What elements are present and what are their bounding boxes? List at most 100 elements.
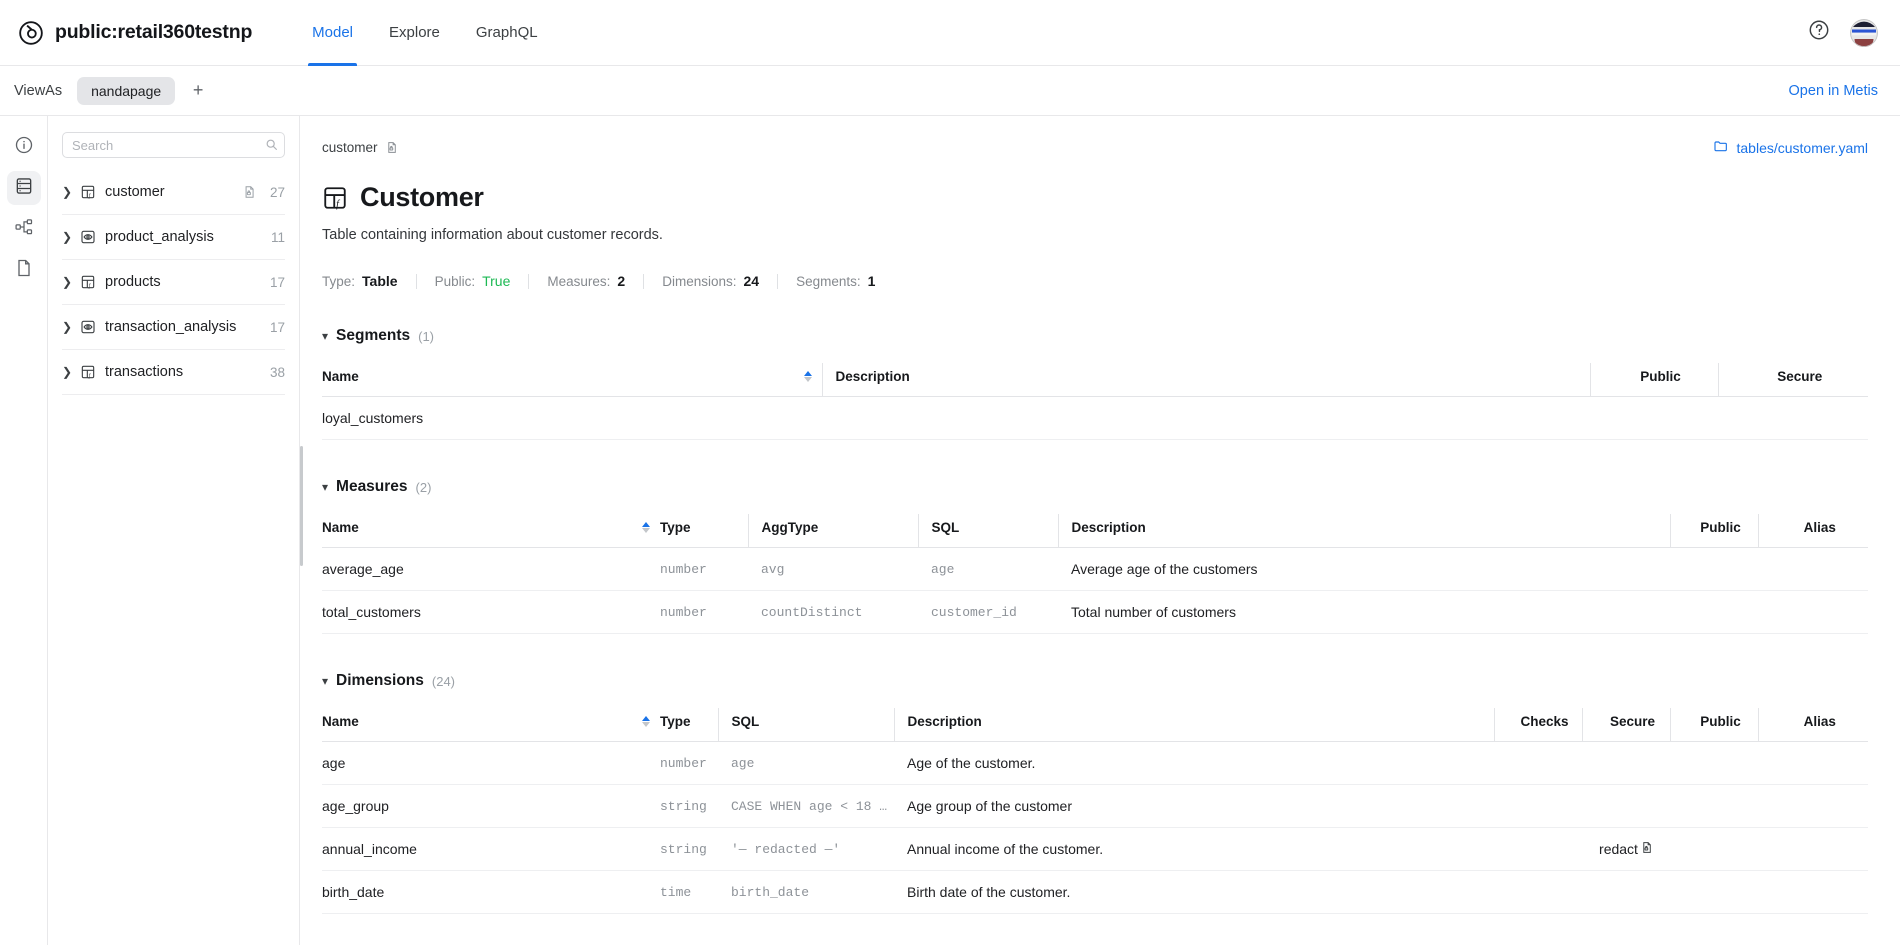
sidebar-item-product_analysis[interactable]: ❯ product_analysis 11 — [62, 215, 285, 260]
rail-item-info[interactable] — [7, 130, 41, 164]
divider — [528, 273, 530, 289]
cell-name: average_age — [322, 547, 660, 591]
meta-measures: Measures: 2 — [547, 273, 643, 289]
column-header-alias[interactable]: Alias — [1757, 708, 1868, 742]
open-in-metis-link[interactable]: Open in Metis — [1789, 83, 1878, 99]
search-icon — [265, 138, 278, 156]
chevron-down-icon: ▾ — [322, 480, 329, 494]
column-header-description[interactable]: Description — [1057, 514, 1670, 548]
rail-item-graph[interactable] — [7, 212, 41, 246]
column-header-description[interactable]: Description — [893, 708, 1494, 742]
chevron-down-icon: ▾ — [322, 329, 329, 343]
cell-description: Average age of the customers — [1058, 547, 1670, 591]
dimensions-title: Dimensions — [336, 672, 424, 689]
meta-type-value: Table — [362, 273, 398, 289]
meta-segments-value: 1 — [867, 273, 876, 289]
help-circle-icon[interactable] — [1808, 19, 1830, 46]
rail-item-model[interactable] — [6, 171, 41, 205]
column-header-type[interactable]: Type — [660, 514, 748, 548]
column-header-checks[interactable]: Checks — [1493, 708, 1582, 742]
cell-alias — [1758, 741, 1868, 785]
cell-sql: CASE WHEN age < 18 THE… — [718, 784, 894, 828]
column-header-alias[interactable]: Alias — [1757, 514, 1868, 548]
database-table-icon — [14, 176, 34, 201]
sidebar-item-transaction_analysis[interactable]: ❯ transaction_analysis 17 — [62, 305, 285, 350]
column-header-aggtype[interactable]: AggType — [747, 514, 918, 548]
cell-secure: redact — [1582, 827, 1670, 871]
column-header-sql[interactable]: SQL — [717, 708, 894, 742]
tab-explore[interactable]: Explore — [371, 0, 458, 66]
sidebar-item-count: 27 — [269, 184, 285, 200]
divider — [643, 273, 645, 289]
cell-secure-label: redact — [1599, 841, 1638, 857]
sidebar-item-transactions[interactable]: ❯ f transactions 38 — [62, 350, 285, 395]
viewas-chip-nandapage[interactable]: nandapage — [77, 76, 176, 105]
column-header-secure[interactable]: Secure — [1717, 363, 1868, 397]
tab-graphql[interactable]: GraphQL — [458, 0, 556, 66]
view-eye-icon — [80, 319, 96, 335]
column-header-name[interactable]: Name — [322, 514, 660, 548]
meta-measures-key: Measures: — [547, 274, 611, 289]
brand[interactable]: public:retail360testnp — [18, 20, 252, 46]
sort-icon[interactable] — [642, 522, 650, 533]
column-header-public[interactable]: Public — [1669, 708, 1758, 742]
measures-section-header[interactable]: ▾ Measures (2) — [322, 478, 1868, 496]
viewas-label: ViewAs — [14, 82, 63, 99]
column-header-label: Name — [322, 369, 359, 384]
cell-name: age_group — [322, 784, 660, 828]
search-input[interactable] — [62, 132, 285, 158]
avatar[interactable] — [1850, 18, 1878, 47]
chevron-right-icon: ❯ — [62, 365, 73, 379]
dimensions-count: (24) — [431, 673, 456, 689]
column-header-name[interactable]: Name — [322, 708, 660, 742]
table-row[interactable]: age_group string CASE WHEN age < 18 THE…… — [322, 784, 1868, 828]
meta-type-key: Type: — [322, 274, 356, 289]
rail-item-docs[interactable] — [7, 253, 41, 287]
cell-secure — [1582, 741, 1670, 785]
cell-checks — [1494, 784, 1582, 828]
sidebar-item-count: 17 — [269, 274, 285, 290]
tab-model[interactable]: Model — [294, 0, 371, 66]
cell-aggtype: countDistinct — [748, 590, 918, 634]
svg-text:f: f — [89, 192, 92, 199]
segments-section-header[interactable]: ▾ Segments (1) — [322, 327, 1868, 345]
column-header-sql[interactable]: SQL — [917, 514, 1058, 548]
dimensions-table: Name Type SQL Description Checks Secure … — [322, 708, 1868, 914]
meta-type: Type: Table — [322, 273, 416, 289]
column-header-name[interactable]: Name — [322, 363, 822, 397]
cell-alias — [1758, 870, 1868, 914]
table-row[interactable]: annual_income string '— redacted —' Annu… — [322, 827, 1868, 871]
sort-icon[interactable] — [642, 716, 650, 727]
cell-name: loyal_customers — [322, 396, 822, 440]
column-header-type[interactable]: Type — [660, 708, 718, 742]
measures-table: Name Type AggType SQL Description Public… — [322, 514, 1868, 634]
yaml-file-link[interactable]: tables/customer.yaml — [1713, 138, 1868, 157]
column-header-public[interactable]: Public — [1669, 514, 1758, 548]
table-row[interactable]: average_age number avg age Average age o… — [322, 547, 1868, 591]
sidebar-item-label: customer — [105, 184, 165, 200]
sidebar-item-products[interactable]: ❯ f products 17 — [62, 260, 285, 305]
segments-table: Name Description Public Secure loyal_cus… — [322, 363, 1868, 440]
app-root: public:retail360testnp Model Explore Gra… — [0, 0, 1900, 945]
dimensions-section-header[interactable]: ▾ Dimensions (24) — [322, 672, 1868, 690]
add-viewas-button[interactable]: + — [183, 77, 213, 105]
content-scrollbar[interactable] — [300, 446, 303, 566]
table-row[interactable]: loyal_customers — [322, 396, 1868, 440]
cell-checks — [1494, 827, 1582, 871]
sort-icon[interactable] — [803, 371, 812, 382]
cell-sql: '— redacted —' — [718, 827, 894, 871]
cell-type: number — [660, 547, 748, 591]
column-header-description[interactable]: Description — [821, 363, 1590, 397]
column-header-label: Name — [322, 714, 359, 729]
icon-rail — [0, 116, 48, 945]
cell-public — [1670, 870, 1758, 914]
table-row[interactable]: age number age Age of the customer. — [322, 741, 1868, 785]
table-row[interactable]: total_customers number countDistinct cus… — [322, 590, 1868, 634]
column-header-public[interactable]: Public — [1589, 363, 1718, 397]
sidebar-item-customer[interactable]: ❯ f customer 27 — [62, 170, 285, 215]
column-header-secure[interactable]: Secure — [1581, 708, 1670, 742]
table-row[interactable]: birth_date time birth_date Birth date of… — [322, 870, 1868, 914]
cell-public — [1670, 827, 1758, 871]
meta-row: Type: Table Public: True Measures: 2 Dim… — [322, 273, 1868, 289]
chevron-right-icon: ❯ — [62, 275, 73, 289]
